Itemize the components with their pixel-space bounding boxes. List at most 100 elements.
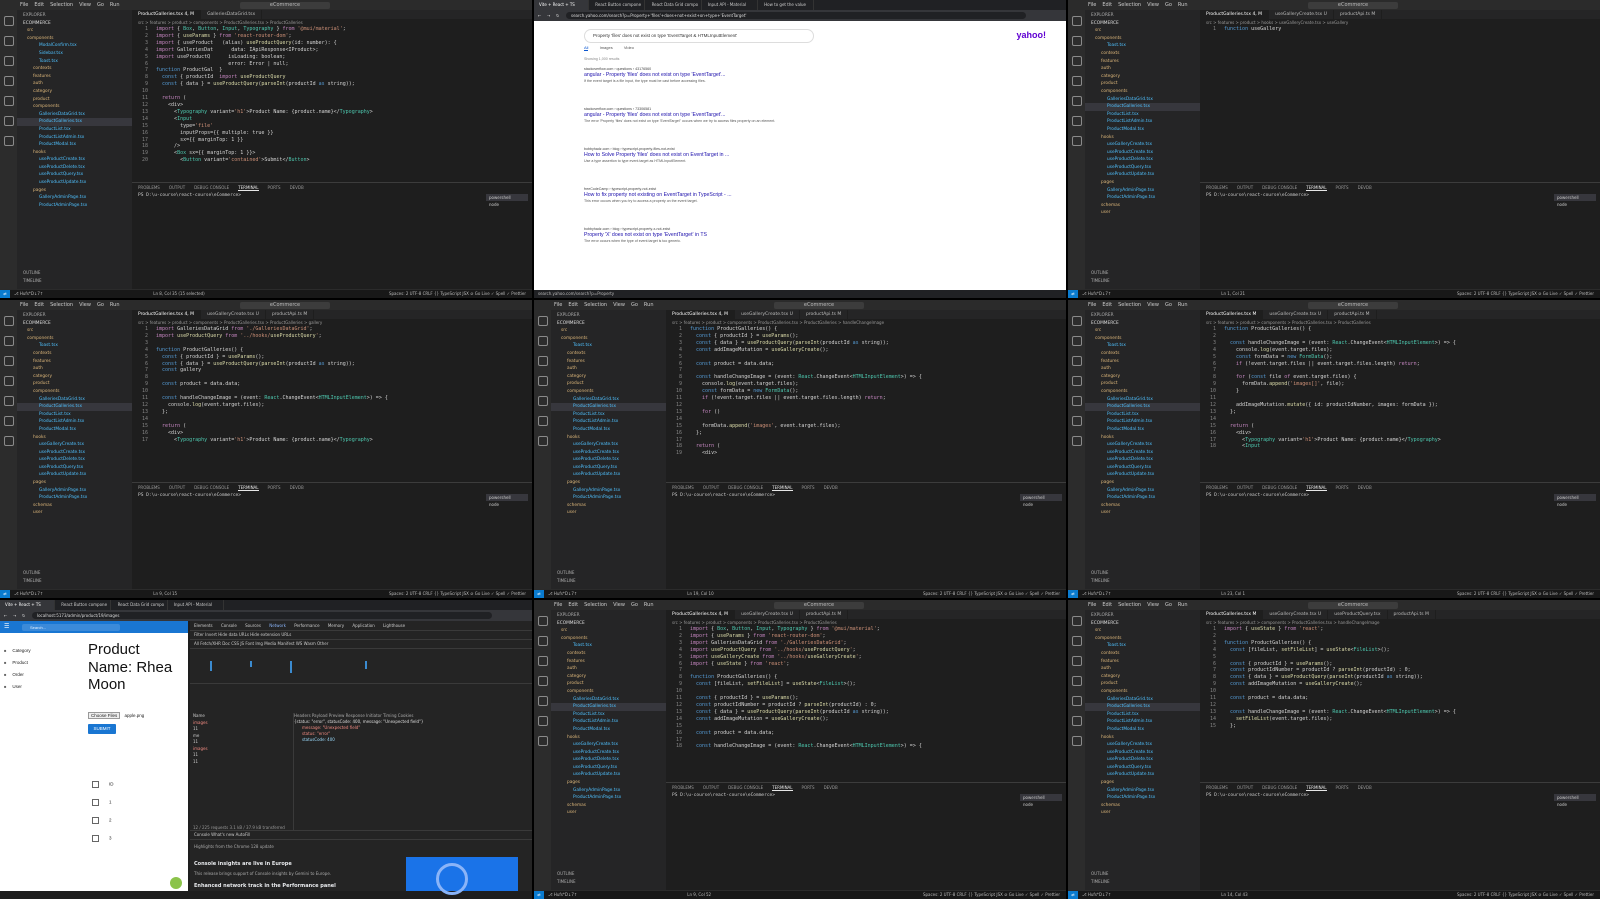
panel-tab[interactable]: PROBLEMS xyxy=(1206,185,1228,190)
folder-item[interactable]: src xyxy=(1085,327,1200,335)
cursor-position[interactable]: Ln 1, Col 21 xyxy=(1221,291,1245,296)
cursor-position[interactable]: Ln 14, Col 43 xyxy=(1221,892,1247,897)
folder-item[interactable]: hooks xyxy=(17,149,132,157)
workspace-root[interactable]: ECOMMERCE xyxy=(1085,620,1200,628)
run-debug-icon[interactable] xyxy=(3,76,14,86)
folder-item[interactable]: auth xyxy=(551,365,666,373)
panel-tab[interactable]: DEVDB xyxy=(290,185,304,190)
terminal-item[interactable]: node xyxy=(486,201,528,208)
command-center[interactable]: eCommerce xyxy=(774,601,864,609)
panel-tab[interactable]: OUTPUT xyxy=(1237,785,1253,790)
search-icon[interactable] xyxy=(1071,336,1082,346)
editor-tab[interactable]: useGalleryCreate.tsx U xyxy=(1263,610,1329,619)
back-icon[interactable]: ← xyxy=(538,10,541,21)
yahoo-logo[interactable]: yahoo! xyxy=(1016,30,1046,40)
panel-tab[interactable]: PORTS xyxy=(1336,185,1349,190)
file-item[interactable]: ProductListAdmin.tsx xyxy=(1085,718,1200,726)
menu-item[interactable]: Go xyxy=(1165,602,1172,608)
file-item[interactable]: useGalleryCreate.tsx xyxy=(1085,441,1200,449)
folder-item[interactable]: schemas xyxy=(551,502,666,510)
database-icon[interactable] xyxy=(3,416,14,426)
editor-tab[interactable]: productApi.ts M xyxy=(1328,310,1377,319)
file-item[interactable]: useProductCreate.tsx xyxy=(17,156,132,164)
file-item[interactable]: useProductQuery.tsx xyxy=(1085,764,1200,772)
menu-item[interactable]: Edit xyxy=(568,602,578,608)
folder-item[interactable]: category xyxy=(1085,373,1200,381)
menu-item[interactable]: View xyxy=(1147,602,1159,608)
source-control-icon[interactable] xyxy=(3,356,14,366)
workspace-root[interactable]: ECOMMERCE xyxy=(1085,320,1200,328)
search-icon[interactable] xyxy=(3,336,14,346)
folder-item[interactable]: category xyxy=(551,373,666,381)
folder-item[interactable]: components xyxy=(1085,88,1200,96)
database-icon[interactable] xyxy=(1071,416,1082,426)
search-icon[interactable] xyxy=(537,336,548,346)
remote-icon[interactable]: ⇄ xyxy=(0,590,10,598)
menu-item[interactable]: File xyxy=(554,302,562,308)
terminal-item[interactable]: powershell xyxy=(1554,794,1596,801)
terminal-prompt[interactable]: PS D:\u-course\react-course\eCommerce> xyxy=(1200,192,1600,200)
workspace-root[interactable]: ECOMMERCE xyxy=(17,320,132,328)
terminal-prompt[interactable]: PS D:\u-course\react-course\eCommerce> xyxy=(132,492,532,500)
file-item[interactable]: useProductUpdate.tsx xyxy=(17,471,132,479)
panel-tab[interactable]: DEVDB xyxy=(1358,185,1372,190)
file-item[interactable]: Sidebar.tsx xyxy=(17,50,132,58)
extensions-icon[interactable] xyxy=(1071,396,1082,406)
folder-item[interactable]: pages xyxy=(1085,479,1200,487)
editor-tab[interactable]: productApi.ts M xyxy=(266,310,315,319)
code-editor[interactable]: 1 import GalleriesDataGrid from './Galler… xyxy=(132,326,532,482)
terminal-item[interactable]: node xyxy=(486,501,528,508)
file-item[interactable]: Toast.tsx xyxy=(551,642,666,650)
editor-tab[interactable]: ProductGalleries.tsx 4, M xyxy=(666,310,736,319)
status-items[interactable]: Spaces: 2 UTF-8 CRLF {} TypeScript JSX ⊘… xyxy=(1457,891,1594,899)
file-item[interactable]: ProductGalleries.tsx xyxy=(17,403,132,411)
whats-new-item[interactable]: Enhanced network track in the Performanc… xyxy=(194,883,336,889)
folder-item[interactable]: auth xyxy=(1085,65,1200,73)
panel-tab[interactable]: TERMINAL xyxy=(772,485,793,491)
account-icon[interactable] xyxy=(3,436,14,446)
menu-item[interactable]: Edit xyxy=(1102,602,1112,608)
editor-tab[interactable]: useGalleryCreate.tsx U xyxy=(201,310,266,319)
folder-item[interactable]: contexts xyxy=(551,650,666,658)
terminal-prompt[interactable]: PS D:\u-course\react-course\eCommerce> xyxy=(666,492,1066,500)
file-item[interactable]: ProductAdminPage.tsx xyxy=(17,494,132,502)
folder-item[interactable]: src xyxy=(17,327,132,335)
terminal-item[interactable]: powershell xyxy=(486,494,528,501)
panel-tab[interactable]: OUTPUT xyxy=(1237,485,1253,490)
panel-tab[interactable]: DEBUG CONSOLE xyxy=(1262,185,1297,190)
result-title-link[interactable]: angular - Property 'files' does not exis… xyxy=(584,72,799,79)
editor-tab[interactable]: ProductGalleries.tsx 4, M xyxy=(132,310,202,319)
remote-icon[interactable]: ⇄ xyxy=(534,891,544,899)
run-debug-icon[interactable] xyxy=(1071,376,1082,386)
devtools-tab[interactable]: Lighthouse xyxy=(383,623,405,628)
breadcrumb[interactable]: src > features > product > hooks > useGa… xyxy=(1200,19,1600,26)
outline-section[interactable]: OUTLINE xyxy=(17,269,138,276)
grid-header-checkbox[interactable]: ID xyxy=(92,781,114,788)
terminal-item[interactable]: node xyxy=(1020,501,1062,508)
grid-row-checkbox[interactable]: 2 xyxy=(92,817,112,824)
folder-item[interactable]: components xyxy=(17,335,132,343)
file-item[interactable]: useProductDelete.tsx xyxy=(1085,456,1200,464)
file-item[interactable]: ProductList.tsx xyxy=(551,711,666,719)
folder-item[interactable]: contexts xyxy=(1085,350,1200,358)
search-icon[interactable] xyxy=(1071,36,1082,46)
extensions-icon[interactable] xyxy=(3,96,14,106)
folder-item[interactable]: features xyxy=(551,358,666,366)
remote-icon[interactable]: ⇄ xyxy=(1068,891,1078,899)
folder-item[interactable]: components xyxy=(1085,688,1200,696)
app-search-input[interactable]: Search... xyxy=(22,623,120,631)
folder-item[interactable]: features xyxy=(1085,58,1200,66)
terminal-prompt[interactable]: PS D:\u-course\react-course\eCommerce> xyxy=(1200,492,1600,500)
search-input[interactable]: Property 'files' does not exist on type … xyxy=(584,29,814,43)
folder-item[interactable]: user xyxy=(1085,809,1200,817)
whats-new-item[interactable]: Console insights are live in Europe xyxy=(194,861,292,867)
folder-item[interactable]: user xyxy=(1085,209,1200,217)
outline-section[interactable]: OUTLINE xyxy=(1085,569,1206,576)
menu-item[interactable]: File xyxy=(1088,2,1096,8)
grid-row-checkbox[interactable]: 3 xyxy=(92,835,112,842)
menu-item[interactable]: Selection xyxy=(1118,2,1141,8)
menu-icon[interactable]: ☰ xyxy=(4,621,9,633)
menu-item[interactable]: Selection xyxy=(1118,302,1141,308)
grid-row-checkbox[interactable]: 1 xyxy=(92,799,112,806)
breadcrumb[interactable]: src > features > product > components > … xyxy=(666,319,1066,326)
